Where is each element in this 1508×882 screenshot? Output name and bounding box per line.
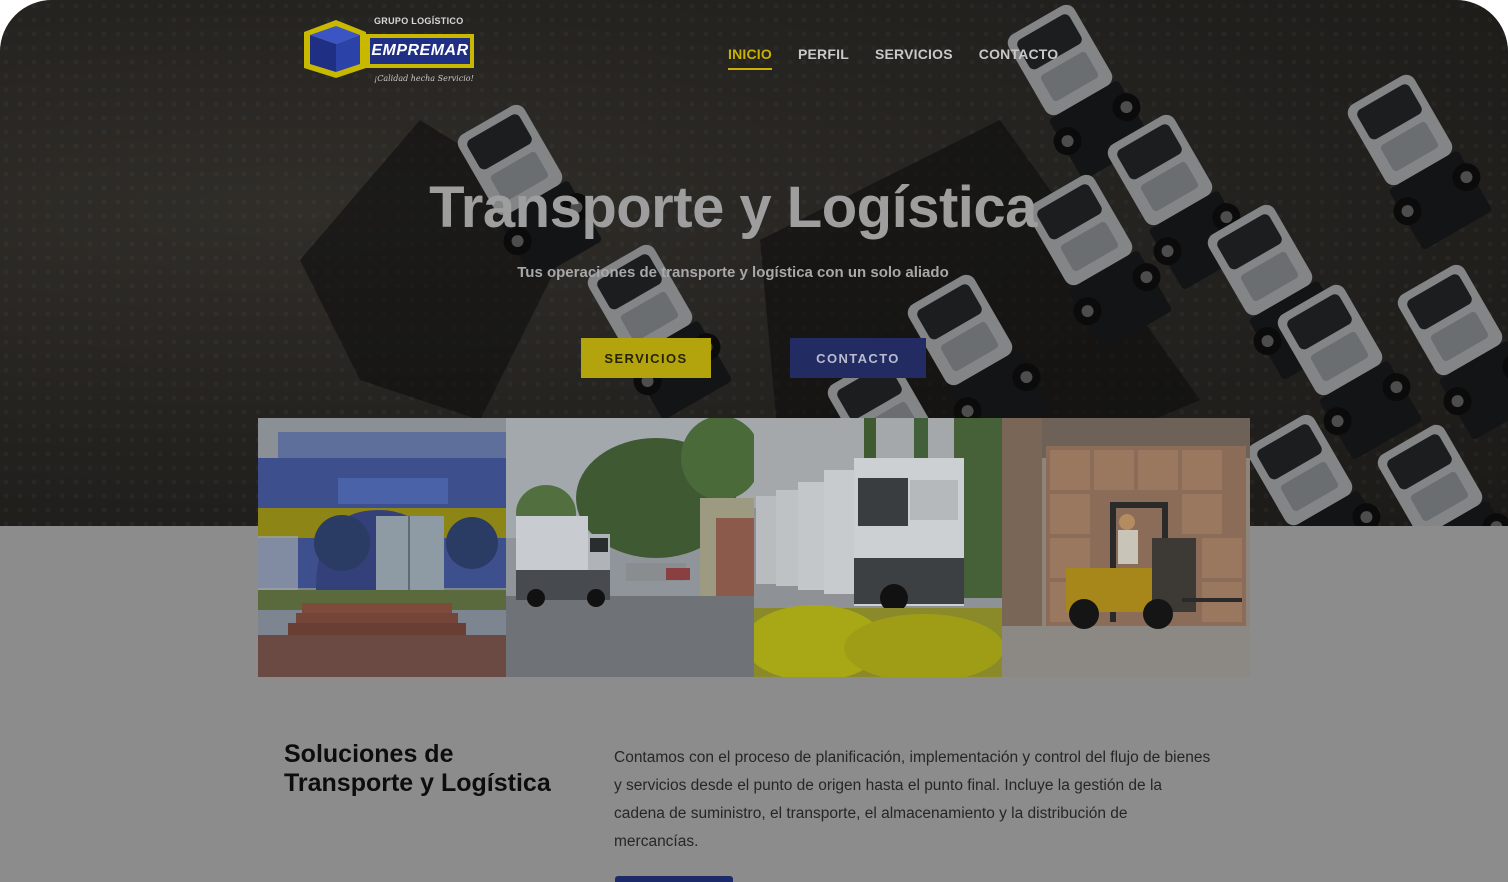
brand-name: EMPREMAR xyxy=(366,34,474,68)
truck-fleet-photo xyxy=(754,418,1002,677)
contact-button[interactable]: CONTACTO xyxy=(790,338,926,378)
intro-more-button[interactable] xyxy=(615,876,733,882)
hero-title: Transporte y Logística xyxy=(429,175,1037,240)
nav-item-inicio[interactable]: INICIO xyxy=(728,46,772,70)
office-building-photo xyxy=(258,418,506,677)
nav-item-contacto[interactable]: CONTACTO xyxy=(979,46,1059,70)
nav-item-servicios[interactable]: SERVICIOS xyxy=(875,46,953,70)
services-button[interactable]: SERVICIOS xyxy=(581,338,711,378)
hero-subtitle: Tus operaciones de transporte y logístic… xyxy=(517,264,949,281)
page-frame: GRUPO LOGÍSTICO EMPREMAR ¡Calidad hecha … xyxy=(0,0,1508,882)
nav-item-perfil[interactable]: PERFIL xyxy=(798,46,849,70)
photo-gallery xyxy=(258,418,1251,677)
main-nav: INICIO PERFIL SERVICIOS CONTACTO xyxy=(728,46,1084,70)
brand-logo[interactable]: GRUPO LOGÍSTICO EMPREMAR ¡Calidad hecha … xyxy=(300,14,480,96)
forklift-warehouse-photo xyxy=(1002,418,1250,677)
cube-logo-icon xyxy=(304,20,366,78)
truck-yard-photo xyxy=(506,418,754,677)
intro-body: Contamos con el proceso de planificación… xyxy=(614,749,1211,850)
brand-tagline: ¡Calidad hecha Servicio! xyxy=(374,74,474,83)
intro-title: Soluciones de Transporte y Logística xyxy=(284,740,551,797)
brand-group-label: GRUPO LOGÍSTICO xyxy=(374,16,464,26)
